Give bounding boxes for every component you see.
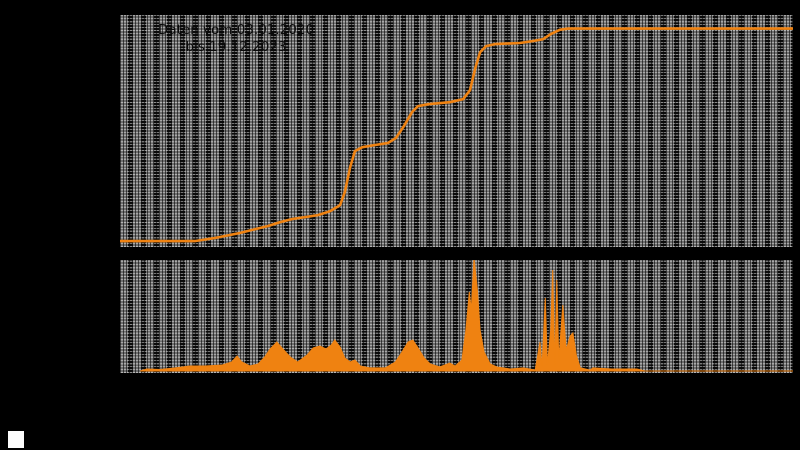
daily-values-area-plot: [140, 260, 793, 372]
date-range-annotation: Daten vom 03.01.2020 bis 19.12.2023: [122, 22, 350, 56]
date-range-line2: bis 19.12.2023: [185, 39, 287, 55]
date-range-line1: Daten vom 03.01.2020: [157, 22, 315, 38]
white-square-marker: [8, 431, 24, 448]
chart-figure: Daten vom 03.01.2020 bis 19.12.2023: [0, 0, 800, 450]
daily-values-panel: [120, 260, 793, 373]
